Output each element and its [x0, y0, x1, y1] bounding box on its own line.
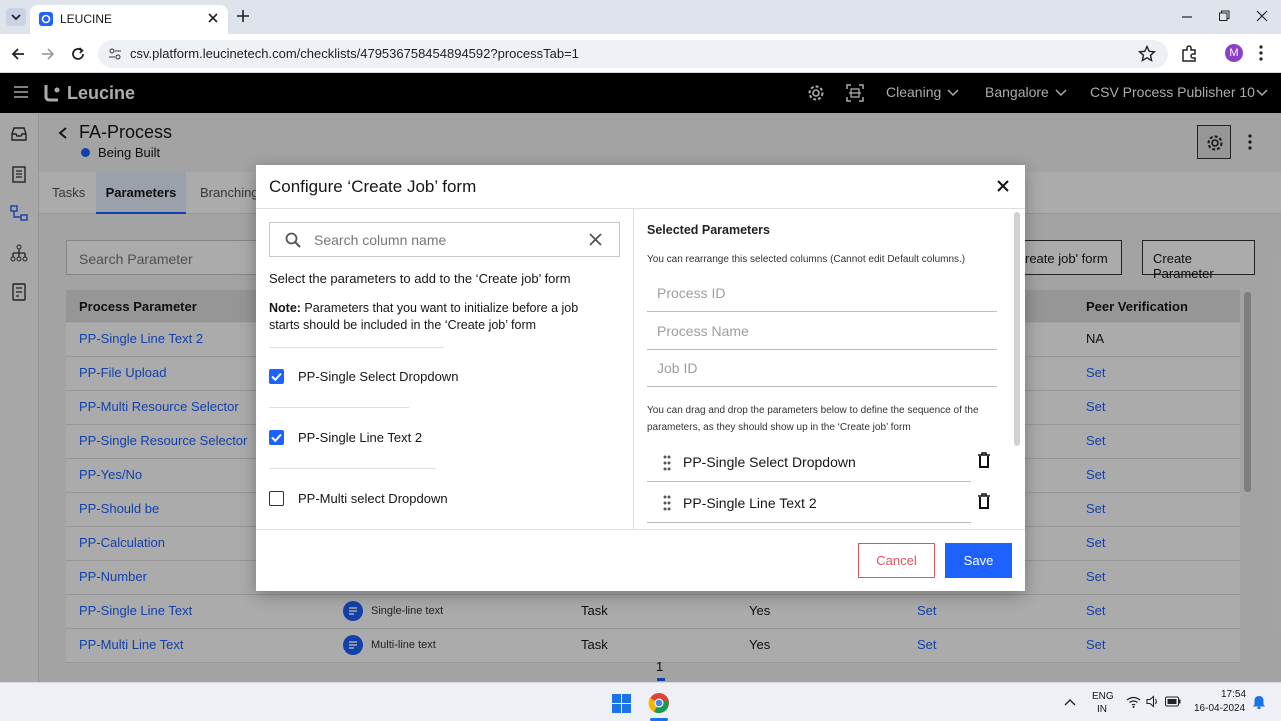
option-divider [269, 468, 436, 469]
browser-menu-icon[interactable] [1258, 44, 1264, 62]
option-label: PP-Multi select Dropdown [298, 491, 448, 506]
back-icon[interactable] [10, 46, 26, 62]
extensions-icon[interactable] [1180, 45, 1198, 63]
option-divider [269, 407, 409, 408]
tray-chevron-up-icon[interactable] [1064, 698, 1076, 706]
selected-item-row[interactable]: PP-Single Select Dropdown [647, 445, 990, 482]
selected-item-label: PP-Single Select Dropdown [683, 454, 856, 470]
default-column-label: Job ID [657, 360, 698, 376]
windows-taskbar: ENG IN 17:54 16-04-2024 [0, 682, 1281, 721]
restore-icon[interactable] [1218, 10, 1230, 22]
reload-icon[interactable] [70, 46, 86, 62]
profile-avatar[interactable]: M [1225, 44, 1243, 62]
cancel-button[interactable]: Cancel [858, 543, 935, 578]
search-column-input[interactable]: Search column name [269, 222, 620, 257]
modal-header-divider [256, 208, 1025, 209]
rearrange-hint: You can rearrange this selected columns … [647, 254, 966, 265]
option-multi-select-dropdown[interactable]: PP-Multi select Dropdown [269, 489, 569, 509]
modal-note: Note: Parameters that you want to initia… [269, 300, 609, 334]
clock-date: 16-04-2024 [1194, 703, 1246, 714]
close-tab-icon[interactable] [206, 11, 220, 25]
tab-search-button[interactable] [6, 8, 26, 26]
checkbox-unchecked-icon[interactable] [269, 491, 284, 506]
selected-pane-scrollbar[interactable] [1014, 212, 1020, 446]
language-code[interactable]: ENG [1092, 691, 1114, 702]
default-column-process-name: Process Name [647, 313, 997, 350]
modal-footer-divider [256, 529, 1025, 530]
drag-handle-icon[interactable] [663, 455, 671, 471]
option-label: PP-Single Line Text 2 [298, 430, 423, 445]
selected-item-label: PP-Single Line Text 2 [683, 495, 817, 511]
window-close-icon[interactable] [1256, 10, 1268, 22]
clear-search-icon[interactable] [589, 233, 602, 246]
url-text: csv.platform.leucinetech.com/checklists/… [130, 46, 579, 61]
bookmark-star-icon[interactable] [1138, 45, 1156, 63]
modal-close-icon[interactable] [997, 180, 1009, 192]
language-region: IN [1097, 704, 1107, 715]
tab-title: LEUCINE [60, 12, 113, 26]
default-column-process-id: Process ID [647, 275, 997, 312]
selected-parameters-title: Selected Parameters [647, 223, 770, 237]
new-tab-icon[interactable] [236, 9, 250, 23]
search-column-placeholder: Search column name [314, 232, 447, 248]
battery-icon[interactable] [1165, 696, 1181, 707]
clock-time[interactable]: 17:54 [1221, 689, 1246, 700]
browser-tabstrip: LEUCINE [0, 0, 1281, 34]
option-single-select-dropdown[interactable]: PP-Single Select Dropdown [269, 367, 569, 387]
default-column-label: Process Name [657, 323, 749, 339]
chrome-taskbar-icon[interactable] [648, 692, 670, 714]
default-column-job-id: Job ID [647, 350, 997, 387]
save-button[interactable]: Save [945, 543, 1012, 578]
option-label: PP-Single Select Dropdown [298, 369, 459, 384]
option-single-line-text-2[interactable]: PP-Single Line Text 2 [269, 428, 569, 448]
modal-instruction: Select the parameters to add to the ‘Cre… [269, 271, 571, 286]
option-divider [269, 347, 444, 348]
forward-icon[interactable] [40, 46, 56, 62]
notification-bell-icon[interactable] [1253, 695, 1265, 709]
checkbox-checked-icon[interactable] [269, 430, 284, 445]
selected-item-row[interactable]: PP-Single Line Text 2 [647, 486, 990, 523]
minimize-icon[interactable] [1181, 11, 1193, 23]
default-column-label: Process ID [657, 285, 726, 301]
wifi-icon[interactable] [1126, 696, 1141, 708]
address-bar[interactable]: csv.platform.leucinetech.com/checklists/… [98, 40, 1168, 68]
note-text: Parameters that you want to initialize b… [269, 301, 579, 332]
delete-icon[interactable] [977, 452, 991, 468]
pane-divider [633, 209, 634, 529]
delete-icon[interactable] [977, 493, 991, 509]
volume-icon[interactable] [1146, 695, 1159, 708]
browser-tab[interactable]: LEUCINE [30, 5, 228, 34]
leucine-favicon-icon [39, 12, 53, 26]
drag-handle-icon[interactable] [663, 495, 671, 511]
windows-start-icon[interactable] [612, 694, 631, 713]
drag-drop-hint: You can drag and drop the parameters bel… [647, 405, 979, 433]
modal-title: Configure ‘Create Job’ form [269, 177, 477, 196]
checkbox-checked-icon[interactable] [269, 369, 284, 384]
search-icon [285, 232, 301, 248]
note-label: Note: [269, 301, 301, 315]
configure-create-job-modal: Configure ‘Create Job’ form Search colum… [256, 165, 1025, 591]
site-info-icon[interactable] [108, 47, 122, 61]
